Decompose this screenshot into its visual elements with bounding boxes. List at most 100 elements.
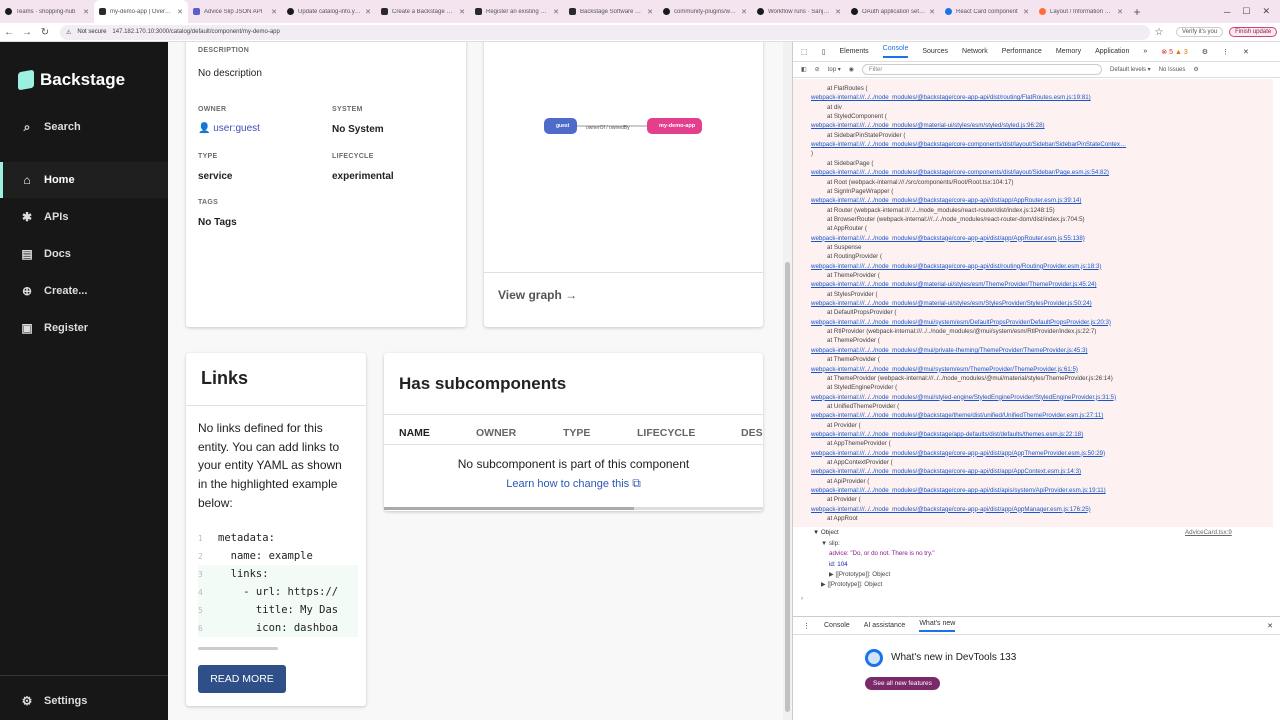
clear-console-icon[interactable]: ⊘ (815, 66, 820, 73)
stack-trace-link[interactable]: webpack-internal:///../../node_modules/@… (811, 122, 1045, 129)
devtools-tab-elements[interactable]: Elements (839, 48, 868, 55)
stack-trace-link[interactable]: webpack-internal:///../../node_modules/@… (811, 169, 1109, 176)
issues-count[interactable]: No Issues (1159, 67, 1186, 73)
stack-trace-link[interactable]: webpack-internal:///../../node_modules/@… (811, 300, 1092, 307)
browser-tab[interactable]: Advice Slip JSON API ✕ (188, 0, 282, 23)
browser-tab[interactable]: Update catalog-info.yaml ✕ (282, 0, 376, 23)
sidebar-item-apis[interactable]: ✱ APIs (0, 199, 168, 235)
browser-tab[interactable]: Workflow runs · Sanjeev ✕ (752, 0, 846, 23)
close-tab-icon[interactable]: ✕ (929, 8, 935, 16)
verify-button[interactable]: Verify it's you (1176, 27, 1224, 37)
stack-trace-link[interactable]: webpack-internal:///../../node_modules/@… (811, 197, 1081, 204)
stack-trace-link[interactable]: webpack-internal:///../../node_modules/@… (811, 235, 1085, 242)
object-property[interactable]: ▶ [[Prototype]]: Object (829, 571, 890, 578)
close-tab-icon[interactable]: ✕ (177, 8, 183, 16)
stack-trace-link[interactable]: webpack-internal:///../../node_modules/@… (811, 263, 1101, 270)
devtools-settings-icon[interactable]: ⚙ (1202, 48, 1208, 56)
sidebar-item-register[interactable]: ▣ Register (0, 310, 168, 346)
drawer-tab[interactable]: What's new (919, 620, 956, 632)
devtools-tab-network[interactable]: Network (962, 48, 988, 55)
browser-tab[interactable]: community-plugins/work ✕ (658, 0, 752, 23)
drawer-tab[interactable]: Console (824, 622, 850, 629)
device-toggle-icon[interactable]: ▯ (822, 48, 826, 56)
console-prompt[interactable]: › (801, 595, 803, 602)
stack-trace-link[interactable]: webpack-internal:///../../node_modules/@… (811, 366, 1078, 373)
object-property[interactable]: id: 104 (829, 561, 848, 568)
close-tab-icon[interactable]: ✕ (271, 8, 277, 16)
context-select[interactable]: top ▾ (828, 66, 841, 73)
browser-tab[interactable]: OAuth application settings ✕ (846, 0, 940, 23)
minimize-icon[interactable]: ─ (1224, 7, 1230, 17)
bookmark-star-icon[interactable]: ☆ (1150, 27, 1168, 38)
sidebar-item-create[interactable]: ⊕ Create... (0, 273, 168, 309)
close-tab-icon[interactable]: ✕ (83, 8, 89, 16)
stack-trace-link[interactable]: webpack-internal:///../../node_modules/@… (811, 394, 1116, 401)
sidebar-search[interactable]: ⌕ Search (0, 109, 168, 145)
code-scrollbar[interactable] (198, 647, 278, 650)
devtools-menu-icon[interactable]: ⋮ (1222, 48, 1229, 56)
close-tab-icon[interactable]: ✕ (553, 8, 559, 16)
table-scrollbar-thumb[interactable] (384, 507, 634, 510)
browser-tab[interactable]: Teams · shopping-hub ✕ (0, 0, 94, 23)
eye-icon[interactable]: ◉ (849, 66, 854, 73)
stack-trace-link[interactable]: webpack-internal:///../../node_modules/@… (811, 94, 1091, 101)
stack-trace-link[interactable]: webpack-internal:///../../node_modules/@… (811, 319, 1111, 326)
stack-trace-link[interactable]: webpack-internal:///../../node_modules/@… (811, 506, 1091, 513)
devtools-tab-console[interactable]: Console (882, 45, 909, 58)
stack-trace-link[interactable]: webpack-internal:///../../node_modules/@… (811, 412, 1103, 419)
column-header[interactable]: LIFECYCLE (637, 427, 695, 439)
sidebar-item-settings[interactable]: ⚙ Settings (0, 683, 168, 719)
close-tab-icon[interactable]: ✕ (741, 8, 747, 16)
close-tab-icon[interactable]: ✕ (647, 8, 653, 16)
drawer-tab[interactable]: AI assistance (864, 622, 906, 629)
stack-trace-link[interactable]: webpack-internal:///../../node_modules/@… (811, 281, 1097, 288)
browser-tab[interactable]: my-demo-app | Overview ✕ (94, 0, 188, 23)
drawer-close-icon[interactable]: ✕ (1267, 622, 1280, 630)
browser-tab[interactable]: Backstage Software Catalog ✕ (564, 0, 658, 23)
new-tab-button[interactable]: + (1128, 5, 1146, 19)
object-toggle[interactable]: ▼ Object (813, 529, 839, 536)
see-all-features-button[interactable]: See all new features (865, 677, 940, 690)
inspect-icon[interactable]: ⬚ (801, 48, 808, 56)
object-property[interactable]: ▶ [[Prototype]]: Object (821, 581, 882, 588)
stack-trace-link[interactable]: webpack-internal:///../../node_modules/@… (811, 450, 1105, 457)
error-count[interactable]: ⊗ 5 ▲ 3 (1161, 48, 1187, 56)
browser-tab[interactable]: Layout / Information Card ✕ (1034, 0, 1128, 23)
learn-how-link[interactable]: Learn how to change this ⧉ (384, 476, 763, 491)
sidebar-item-home[interactable]: ⌂ Home (0, 162, 168, 198)
stack-trace-link[interactable]: webpack-internal:///../../node_modules/@… (811, 141, 1126, 148)
maximize-icon[interactable]: ☐ (1242, 6, 1250, 17)
devtools-tab-sources[interactable]: Sources (922, 48, 948, 55)
console-filter-input[interactable]: Filter (861, 64, 1102, 75)
backstage-logo[interactable]: Backstage (18, 69, 125, 91)
sidebar-toggle-icon[interactable]: ◧ (801, 66, 807, 73)
column-header[interactable]: DES (741, 427, 763, 439)
stack-trace-link[interactable]: webpack-internal:///../../node_modules/@… (811, 431, 1083, 438)
browser-tab[interactable]: Register an existing component ✕ (470, 0, 564, 23)
column-header[interactable]: NAME (399, 427, 430, 439)
stack-trace-link[interactable]: webpack-internal:///../../node_modules/@… (811, 468, 1081, 475)
object-source-link[interactable]: AdviceCard.tsx:9 (1185, 529, 1232, 536)
owner-link[interactable]: 👤 user:guest (198, 123, 260, 134)
drawer-menu-icon[interactable]: ⋮ (803, 622, 810, 630)
devtools-tab-memory[interactable]: Memory (1056, 48, 1081, 55)
back-icon[interactable]: ← (0, 27, 18, 38)
stack-trace-link[interactable]: webpack-internal:///../../node_modules/@… (811, 347, 1088, 354)
console-settings-icon[interactable]: ⚙ (1193, 66, 1198, 73)
browser-tab[interactable]: Create a Backstage Plugin ✕ (376, 0, 470, 23)
page-scrollbar[interactable] (783, 42, 792, 720)
more-tabs-icon[interactable]: » (1143, 48, 1147, 55)
view-graph-link[interactable]: View graph → (498, 288, 577, 302)
devtools-close-icon[interactable]: ✕ (1243, 48, 1249, 56)
close-tab-icon[interactable]: ✕ (835, 8, 841, 16)
read-more-button[interactable]: READ MORE (198, 665, 286, 693)
reload-icon[interactable]: ↻ (36, 27, 54, 38)
stack-trace-link[interactable]: webpack-internal:///../../node_modules/@… (811, 487, 1106, 494)
object-property[interactable]: ▼ slip: (821, 540, 840, 547)
close-tab-icon[interactable]: ✕ (365, 8, 371, 16)
devtools-tab-application[interactable]: Application (1095, 48, 1129, 55)
object-property[interactable]: advice: "Do, or do not. There is no try.… (829, 550, 935, 557)
devtools-tab-performance[interactable]: Performance (1002, 48, 1042, 55)
url-input[interactable]: ⚠ Not secure 147.182.170.10:3000/catalog… (60, 24, 1150, 40)
page-scrollbar-thumb[interactable] (785, 262, 790, 712)
